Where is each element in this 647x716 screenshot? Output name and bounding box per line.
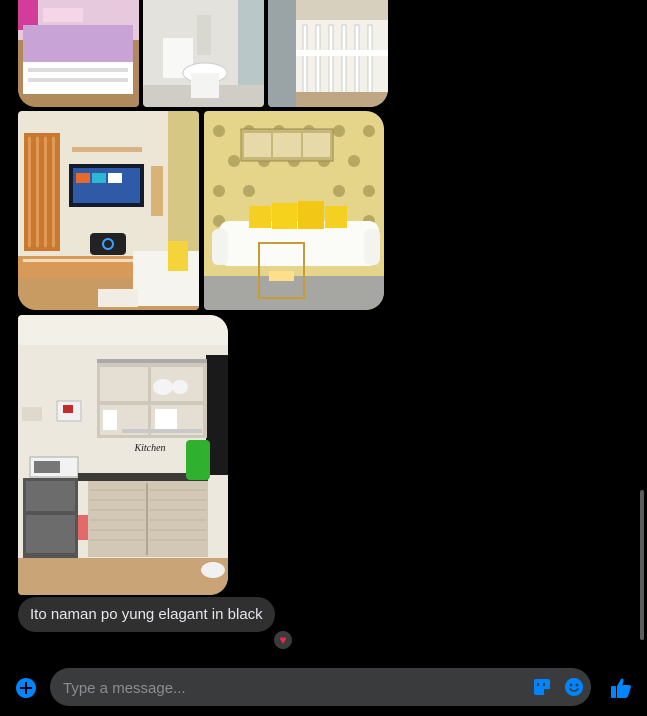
photo-kitchen[interactable]: Kitchen [18,315,228,595]
photo-bunkbed[interactable] [268,0,388,107]
photo-bedroom[interactable] [18,0,139,107]
photo-bathroom[interactable] [143,0,264,107]
kitchen-sign: Kitchen [133,443,165,454]
scrollbar[interactable] [640,490,644,640]
message-thread: Kitchen Ito naman po yung elagant in bla… [0,0,647,660]
message-input-container [50,668,591,708]
add-icon[interactable] [15,677,37,699]
message-input[interactable] [61,668,505,708]
heart-reaction[interactable]: ♥ [272,629,294,651]
photo-living-room-tv[interactable] [18,111,199,310]
message-bubble[interactable]: Ito naman po yung elagant in black [18,597,275,632]
thumbs-up-icon[interactable] [609,676,633,700]
sticker-icon[interactable] [533,678,551,696]
heart-icon: ♥ [279,633,287,647]
emoji-icon[interactable] [564,677,584,697]
photo-living-room-sofa[interactable] [204,111,384,310]
message-text: Ito naman po yung elagant in black [30,606,263,623]
